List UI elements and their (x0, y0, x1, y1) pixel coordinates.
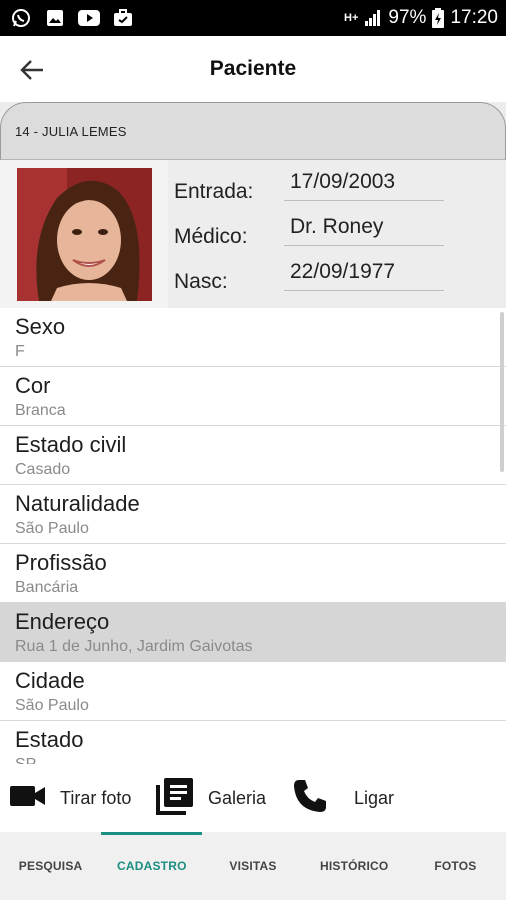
youtube-icon (78, 7, 100, 29)
list-item-estado-civil[interactable]: Estado civil Casado (0, 426, 506, 485)
item-title: Cidade (15, 668, 85, 693)
item-title: Profissão (15, 550, 107, 575)
field-label: Médico: (174, 225, 248, 248)
back-button[interactable] (16, 54, 48, 86)
details-list[interactable]: Sexo F Cor Branca Estado civil Casado Na… (0, 308, 506, 764)
take-photo-button[interactable]: Tirar foto (10, 764, 131, 832)
tab-visitas[interactable]: VISITAS (202, 832, 303, 900)
bottom-nav: PESQUISA CADASTRO VISITAS HISTÓRICO FOTO… (0, 832, 506, 900)
field-nasc: Nasc: 22/09/1977 (174, 256, 504, 300)
call-button[interactable]: Ligar (292, 764, 394, 832)
clock: 17:20 (450, 7, 498, 28)
item-value: Rua 1 de Junho, Jardim Gaivotas (15, 638, 253, 655)
app-bar: Paciente (0, 36, 506, 102)
field-entrada: Entrada: 17/09/2003 (174, 166, 504, 210)
take-photo-label: Tirar foto (60, 787, 132, 808)
item-value: São Paulo (15, 520, 89, 537)
patient-name: 14 - JULIA LEMES (15, 124, 127, 139)
tab-cadastro[interactable]: CADASTRO (101, 832, 203, 900)
list-item-estado[interactable]: Estado SP (0, 721, 506, 764)
gallery-label: Galeria (208, 787, 267, 808)
videocam-icon (10, 784, 46, 813)
patient-photo[interactable] (17, 168, 152, 301)
list-item-endereco[interactable]: Endereço Rua 1 de Junho, Jardim Gaivotas (0, 603, 506, 662)
signal-icon (364, 9, 382, 27)
item-title: Estado (15, 727, 84, 752)
tab-fotos[interactable]: FOTOS (405, 832, 506, 900)
arrow-back-icon (20, 60, 43, 80)
phone-icon (292, 778, 328, 819)
field-label: Nasc: (174, 270, 228, 293)
patient-fields: Entrada: 17/09/2003 Médico: Dr. Roney Na… (168, 160, 506, 308)
patient-header: 14 - JULIA LEMES (0, 102, 506, 162)
gallery-button[interactable]: Galeria (156, 764, 266, 832)
list-item-profissao[interactable]: Profissão Bancária (0, 544, 506, 603)
item-value: Casado (15, 461, 71, 478)
tab-historico[interactable]: HISTÓRICO (304, 832, 405, 900)
item-title: Sexo (15, 314, 66, 339)
list-scrollbar[interactable] (500, 312, 504, 472)
action-bar: Tirar foto Galeria Ligar (0, 764, 506, 832)
patient-summary: Entrada: 17/09/2003 Médico: Dr. Roney Na… (0, 160, 506, 308)
field-medico: Médico: Dr. Roney (174, 211, 504, 255)
item-title: Estado civil (15, 432, 127, 457)
page-title: Paciente (209, 57, 297, 80)
item-title: Endereço (15, 609, 110, 634)
item-title: Naturalidade (15, 491, 140, 516)
list-item-sexo[interactable]: Sexo F (0, 308, 506, 367)
tab-pesquisa[interactable]: PESQUISA (0, 832, 101, 900)
item-value: SP (15, 755, 491, 764)
field-label: Entrada: (174, 180, 254, 203)
list-item-naturalidade[interactable]: Naturalidade São Paulo (0, 485, 506, 544)
list-item-cidade[interactable]: Cidade São Paulo (0, 662, 506, 721)
battery-icon (432, 8, 445, 28)
item-value: São Paulo (15, 697, 89, 714)
item-title: Cor (15, 373, 51, 398)
whatsapp-icon (10, 7, 32, 29)
status-bar: H+ 97% 17:20 (0, 0, 506, 36)
item-value: Branca (15, 402, 66, 419)
battery-percent: 97% (388, 7, 427, 28)
library-books-icon (156, 777, 194, 820)
item-value: F (15, 343, 25, 360)
call-label: Ligar (354, 787, 395, 808)
gallery-icon (44, 7, 66, 29)
field-value[interactable]: Dr. Roney (284, 215, 444, 246)
item-value: Bancária (15, 579, 79, 596)
field-value[interactable]: 22/09/1977 (284, 260, 444, 291)
field-value[interactable]: 17/09/2003 (284, 170, 444, 201)
network-type: H+ (344, 12, 359, 24)
list-item-cor[interactable]: Cor Branca (0, 367, 506, 426)
patient-tab[interactable]: 14 - JULIA LEMES (0, 102, 506, 160)
briefcase-icon (112, 7, 134, 29)
